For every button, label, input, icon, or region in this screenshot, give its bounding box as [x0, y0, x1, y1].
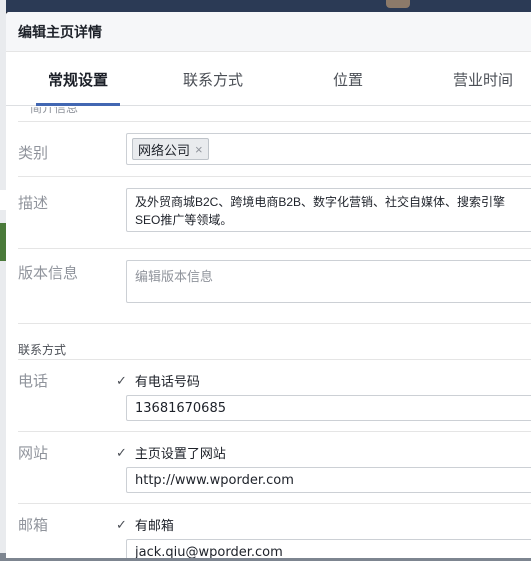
website-checkbox[interactable]: ✓ 主页设置了网站	[116, 443, 226, 462]
check-icon: ✓	[116, 516, 127, 532]
version-textarea[interactable]: 编辑版本信息	[126, 260, 531, 303]
contact-section-title: 联系方式	[18, 343, 67, 357]
phone-value: 13681670685	[135, 401, 226, 416]
phone-row: 电话 ✓ 有电话号码 13681670685	[18, 359, 531, 431]
email-input[interactable]: jack.qiu@wporder.com	[126, 539, 531, 558]
website-input[interactable]: http://www.wporder.com	[126, 467, 531, 493]
description-line-2: SEO推广等领域。	[135, 213, 233, 227]
phone-checkbox[interactable]: ✓ 有电话号码	[116, 371, 200, 390]
version-row: 版本信息 编辑版本信息	[18, 248, 531, 323]
description-textarea[interactable]: 及外贸商城B2C、跨境电商B2B、数字化营销、社交自媒体、搜索引擎 SEO推广等…	[126, 188, 531, 232]
category-row: 类别 网络公司 ×	[18, 121, 531, 176]
email-value: jack.qiu@wporder.com	[135, 545, 283, 558]
tab-label: 位置	[332, 71, 363, 89]
category-label: 类别	[18, 145, 49, 162]
phone-label: 电话	[18, 373, 49, 390]
tab-business-hours[interactable]: 营业时间	[448, 52, 518, 106]
phone-input[interactable]: 13681670685	[126, 395, 531, 421]
description-label: 描述	[18, 195, 49, 212]
tab-contact-info[interactable]: 联系方式	[176, 52, 250, 106]
website-value: http://www.wporder.com	[135, 473, 294, 488]
edit-page-details-dialog: 编辑主页详情 常规设置 联系方式 位置 营业时间 简介信息 类别 网络公司 × …	[6, 12, 531, 558]
check-icon: ✓	[116, 372, 127, 388]
category-token-text: 网络公司	[138, 142, 191, 158]
background-avatar	[386, 0, 410, 8]
email-checkbox-label: 有邮箱	[134, 518, 174, 533]
dialog-header: 编辑主页详情	[6, 12, 531, 52]
version-placeholder: 编辑版本信息	[135, 269, 214, 284]
website-row: 网站 ✓ 主页设置了网站 http://www.wporder.com	[18, 431, 531, 503]
description-row: 描述 及外贸商城B2C、跨境电商B2B、数字化营销、社交自媒体、搜索引擎 SEO…	[18, 176, 531, 246]
section-heading-cut: 简介信息	[30, 107, 79, 115]
email-row: 邮箱 ✓ 有邮箱 jack.qiu@wporder.com	[18, 503, 531, 558]
email-checkbox[interactable]: ✓ 有邮箱	[116, 515, 174, 534]
email-label: 邮箱	[18, 517, 49, 534]
dialog-scroll-content[interactable]: 简介信息 类别 网络公司 × 描述 及外贸商城B2C、跨境电商B2B、数字化营销…	[6, 107, 531, 558]
dialog-title: 编辑主页详情	[18, 23, 102, 40]
website-checkbox-label: 主页设置了网站	[134, 446, 226, 461]
tab-bar: 常规设置 联系方式 位置 营业时间	[6, 52, 531, 106]
tab-location[interactable]: 位置	[324, 52, 372, 106]
website-label: 网站	[18, 445, 49, 462]
close-icon[interactable]: ×	[195, 142, 203, 157]
check-icon: ✓	[116, 444, 127, 460]
phone-checkbox-label: 有电话号码	[134, 374, 200, 389]
version-label: 版本信息	[18, 265, 79, 282]
tab-label: 营业时间	[452, 71, 513, 89]
category-field[interactable]: 网络公司 ×	[126, 133, 531, 165]
tab-label: 常规设置	[47, 71, 108, 89]
description-line-1: 及外贸商城B2C、跨境电商B2B、数字化营销、社交自媒体、搜索引擎	[135, 195, 506, 209]
tab-general-settings[interactable]: 常规设置	[36, 52, 120, 106]
category-token[interactable]: 网络公司 ×	[132, 138, 209, 160]
background-top-bar	[0, 0, 531, 12]
section-divider	[18, 323, 531, 324]
tab-label: 联系方式	[182, 71, 243, 89]
